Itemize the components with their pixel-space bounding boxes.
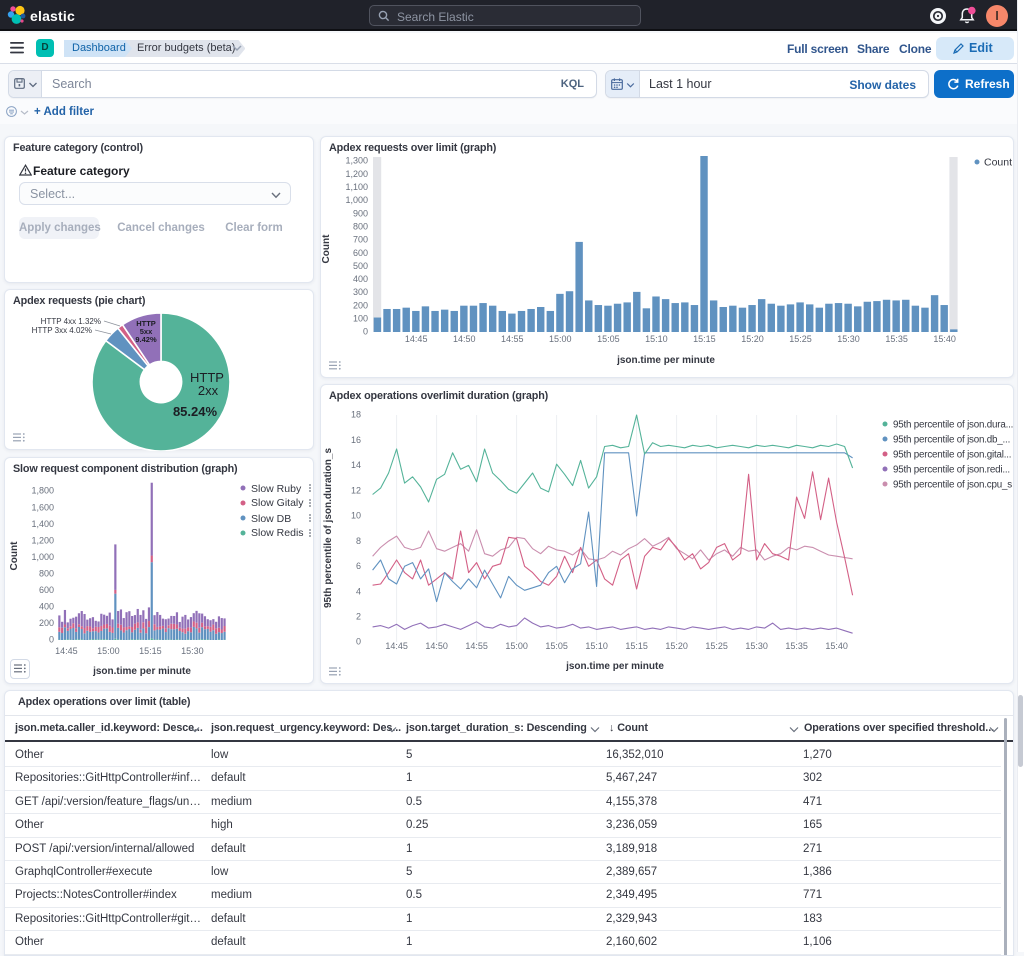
svg-text:14:55: 14:55	[501, 334, 524, 344]
svg-text:4: 4	[356, 586, 361, 596]
svg-text:14:55: 14:55	[465, 641, 488, 651]
svg-text:95th percentile of json.redi..: 95th percentile of json.redi...	[893, 465, 1010, 476]
svg-text:95th percentile of json.gital.: 95th percentile of json.gital...	[893, 450, 1011, 461]
svg-text:200: 200	[353, 300, 368, 310]
svg-text:14:45: 14:45	[385, 641, 408, 651]
svg-text:12: 12	[351, 485, 361, 495]
svg-text:14:50: 14:50	[425, 641, 448, 651]
svg-text:15:40: 15:40	[825, 641, 848, 651]
svg-text:200: 200	[39, 618, 54, 628]
svg-text:15:30: 15:30	[745, 641, 768, 651]
svg-text:15:00: 15:00	[505, 641, 528, 651]
svg-text:14:45: 14:45	[55, 646, 78, 656]
svg-text:95th percentile of json.dura..: 95th percentile of json.dura...	[893, 420, 1013, 431]
svg-text:1,600: 1,600	[31, 502, 54, 512]
svg-text:1,400: 1,400	[31, 519, 54, 529]
svg-text:15:30: 15:30	[181, 646, 204, 656]
svg-text:Slow Gitaly: Slow Gitaly	[251, 497, 304, 509]
svg-text:1,200: 1,200	[345, 169, 368, 179]
svg-text:14: 14	[351, 460, 361, 470]
svg-text:Count: Count	[984, 157, 1012, 169]
svg-text:HTTP 3xx 4.02%: HTTP 3xx 4.02%	[32, 326, 92, 335]
svg-text:16: 16	[351, 435, 361, 445]
svg-text:HTTP 4xx 1.32%: HTTP 4xx 1.32%	[41, 317, 101, 326]
svg-text:15:20: 15:20	[741, 334, 764, 344]
svg-text:0: 0	[356, 637, 361, 647]
svg-text:600: 600	[353, 248, 368, 258]
svg-text:2: 2	[356, 612, 361, 622]
svg-text:15:20: 15:20	[665, 641, 688, 651]
svg-text:15:15: 15:15	[625, 641, 648, 651]
svg-text:14:45: 14:45	[405, 334, 428, 344]
svg-text:1,000: 1,000	[31, 552, 54, 562]
svg-text:15:35: 15:35	[785, 641, 808, 651]
svg-text:15:15: 15:15	[693, 334, 716, 344]
svg-text:0: 0	[363, 327, 368, 337]
svg-text:500: 500	[353, 261, 368, 271]
svg-text:6: 6	[356, 561, 361, 571]
svg-text:Slow Ruby: Slow Ruby	[251, 483, 302, 495]
svg-text:15:25: 15:25	[705, 641, 728, 651]
svg-text:15:10: 15:10	[645, 334, 668, 344]
svg-text:json.time per minute: json.time per minute	[92, 666, 191, 677]
svg-text:400: 400	[353, 274, 368, 284]
svg-text:400: 400	[39, 602, 54, 612]
svg-text:1,300: 1,300	[345, 156, 368, 166]
svg-text:15:15: 15:15	[139, 646, 162, 656]
svg-text:1,100: 1,100	[345, 182, 368, 192]
svg-text:800: 800	[39, 569, 54, 579]
svg-text:18: 18	[351, 410, 361, 420]
svg-text:85.24%: 85.24%	[173, 404, 218, 419]
svg-text:15:05: 15:05	[597, 334, 620, 344]
svg-text:700: 700	[353, 235, 368, 245]
svg-text:15:25: 15:25	[789, 334, 812, 344]
svg-text:1,000: 1,000	[345, 195, 368, 205]
svg-text:0: 0	[49, 635, 54, 645]
svg-text:9.42%: 9.42%	[135, 335, 157, 344]
svg-text:10: 10	[351, 511, 361, 521]
svg-text:15:10: 15:10	[585, 641, 608, 651]
svg-text:800: 800	[353, 222, 368, 232]
svg-text:Count: Count	[9, 541, 20, 571]
svg-text:15:30: 15:30	[837, 334, 860, 344]
svg-text:600: 600	[39, 585, 54, 595]
svg-text:95th percentile of json.db_...: 95th percentile of json.db_...	[893, 435, 1010, 446]
svg-text:1,200: 1,200	[31, 535, 54, 545]
svg-text:15:00: 15:00	[97, 646, 120, 656]
svg-text:json.time per minute: json.time per minute	[565, 661, 664, 672]
svg-text:Slow Redis: Slow Redis	[251, 527, 304, 539]
svg-text:2xx: 2xx	[198, 383, 219, 398]
svg-text:95th percentile of json.durati: 95th percentile of json.duration_s	[323, 448, 334, 608]
svg-text:300: 300	[353, 287, 368, 297]
svg-text:1,800: 1,800	[31, 486, 54, 496]
svg-text:15:00: 15:00	[549, 334, 572, 344]
svg-text:Count: Count	[321, 234, 332, 264]
svg-text:15:35: 15:35	[885, 334, 908, 344]
svg-text:15:05: 15:05	[545, 641, 568, 651]
svg-text:8: 8	[356, 536, 361, 546]
svg-text:95th percentile of json.cpu_s: 95th percentile of json.cpu_s	[893, 480, 1012, 491]
svg-text:json.time per minute: json.time per minute	[616, 355, 715, 366]
svg-text:Slow DB: Slow DB	[251, 513, 291, 525]
svg-text:100: 100	[353, 314, 368, 324]
svg-text:900: 900	[353, 208, 368, 218]
svg-text:15:40: 15:40	[933, 334, 956, 344]
svg-text:14:50: 14:50	[453, 334, 476, 344]
